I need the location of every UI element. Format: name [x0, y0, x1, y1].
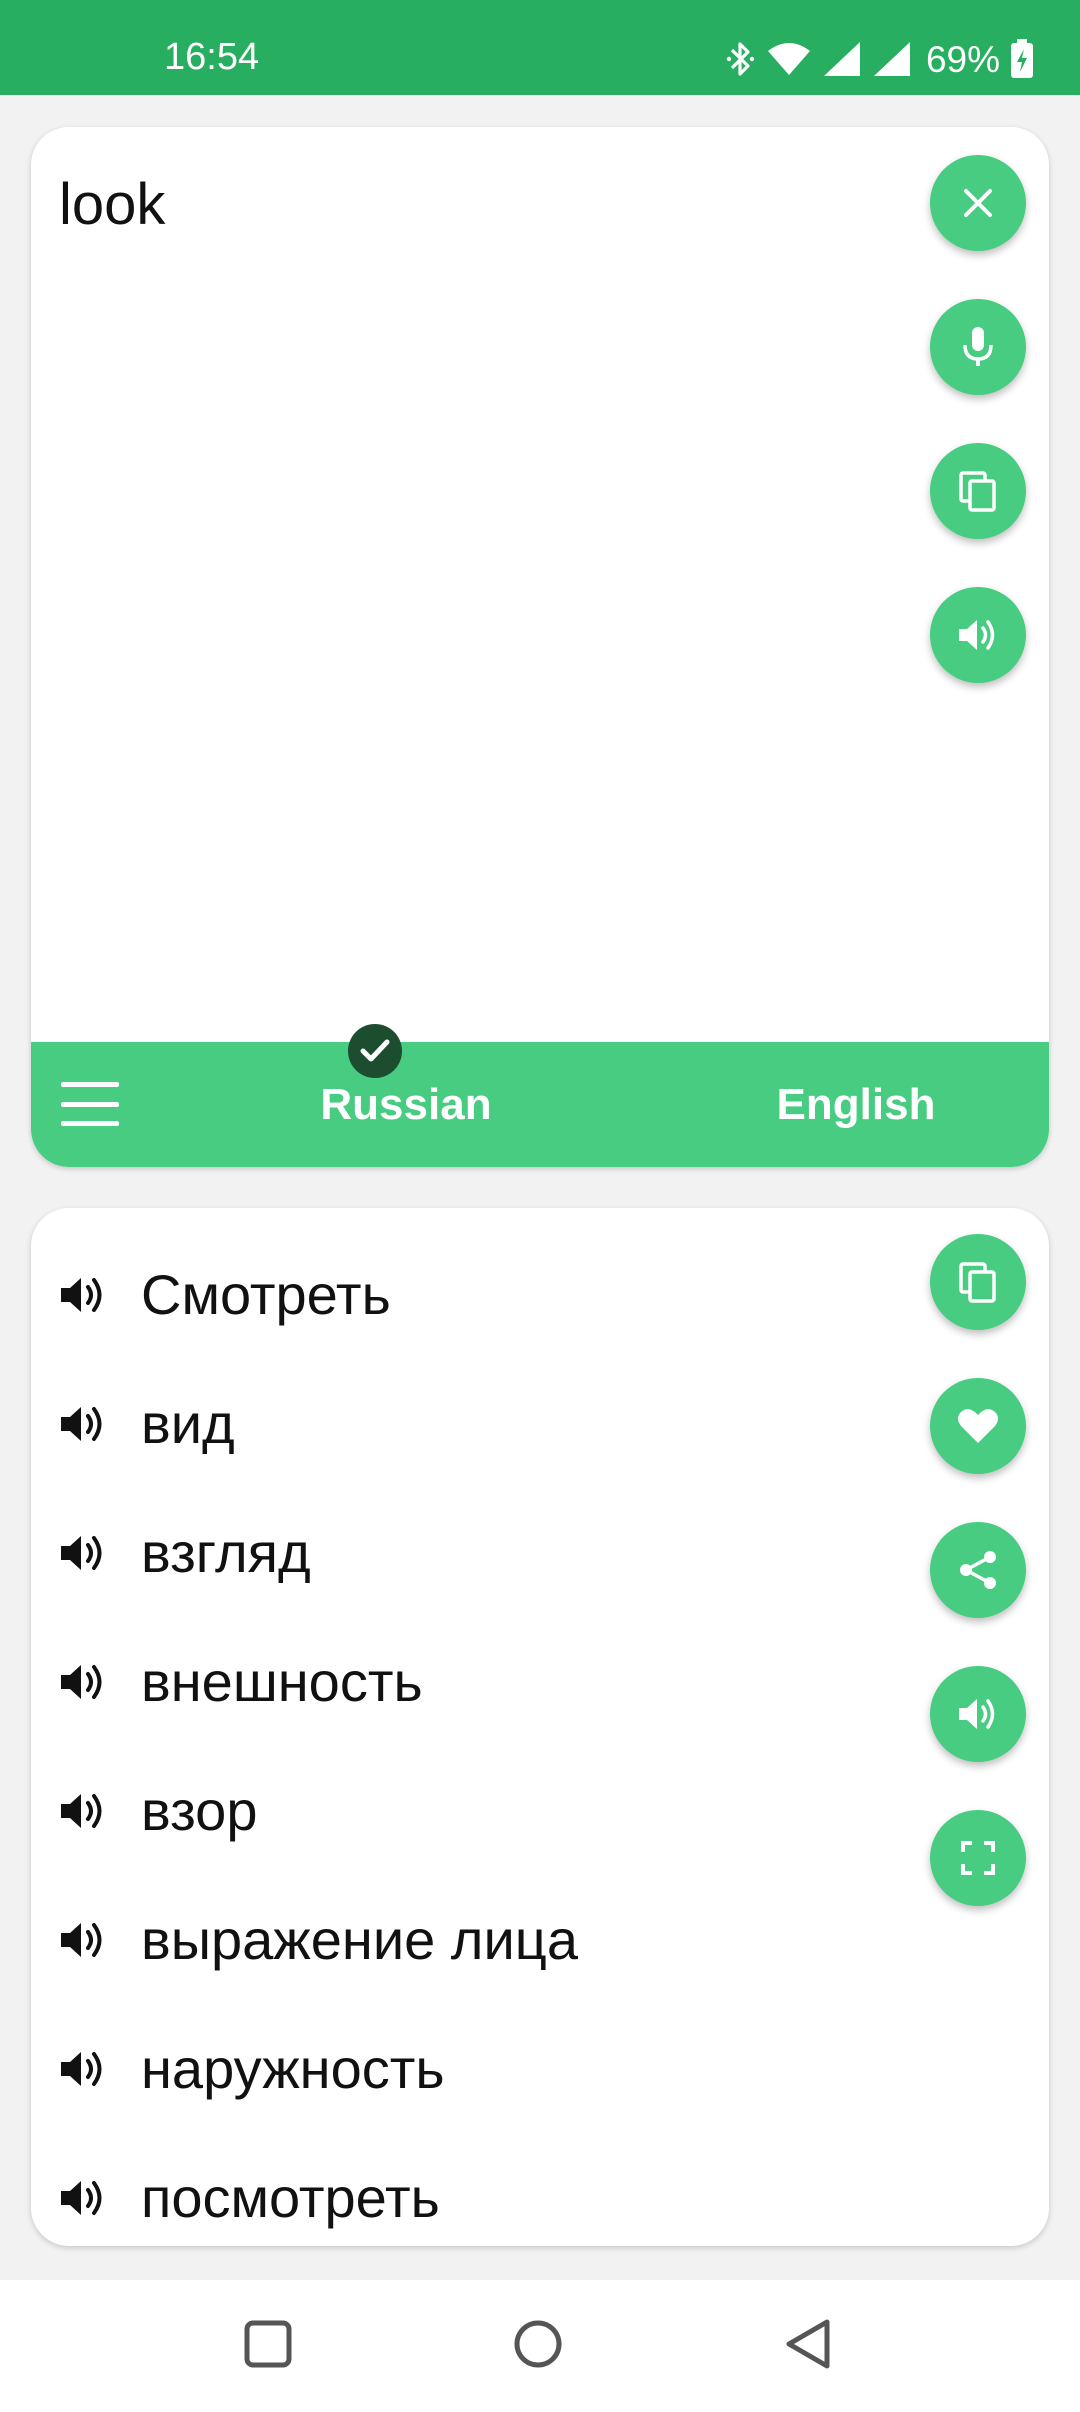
back-triangle-icon: [783, 2318, 833, 2375]
speaker-icon[interactable]: [59, 1785, 111, 1837]
wifi-icon: [766, 41, 812, 77]
list-item: взгляд: [59, 1488, 909, 1617]
battery-charging-icon: [1010, 39, 1034, 79]
home-circle-icon: [512, 2318, 564, 2375]
hamburger-menu-icon: [61, 1082, 119, 1087]
microphone-button[interactable]: [930, 299, 1026, 395]
list-item: внешность: [59, 1617, 909, 1746]
language-bar: Russian English: [31, 1042, 1049, 1167]
translation-word[interactable]: выражение лица: [141, 1907, 578, 1972]
list-item: наружность: [59, 2004, 909, 2133]
source-language-button[interactable]: Russian: [261, 1042, 551, 1167]
translation-word[interactable]: посмотреть: [141, 2165, 440, 2230]
favorite-button[interactable]: [930, 1378, 1026, 1474]
speak-input-button[interactable]: [930, 587, 1026, 683]
source-text-input[interactable]: look: [59, 171, 165, 238]
microphone-icon: [960, 325, 996, 369]
recents-button[interactable]: [236, 2314, 300, 2378]
status-icons: 69%: [726, 36, 1034, 82]
speaker-icon[interactable]: [59, 2172, 111, 2224]
copy-icon: [957, 469, 999, 513]
translation-list: Смотреть вид взгляд внешность взор выраж…: [59, 1230, 909, 2246]
selected-check-icon: [348, 1024, 402, 1078]
translation-word[interactable]: вид: [141, 1391, 235, 1456]
translation-word[interactable]: Смотреть: [141, 1262, 391, 1327]
translation-word[interactable]: внешность: [141, 1649, 423, 1714]
copy-translation-button[interactable]: [930, 1234, 1026, 1330]
speaker-icon: [955, 1694, 1001, 1734]
fullscreen-icon: [959, 1839, 997, 1877]
heart-icon: [956, 1406, 1000, 1446]
share-icon: [956, 1548, 1000, 1592]
speak-translation-button[interactable]: [930, 1666, 1026, 1762]
system-navigation-bar: [0, 2280, 1080, 2412]
battery-percent: 69%: [925, 38, 1000, 80]
list-item: вид: [59, 1359, 909, 1488]
translation-word[interactable]: взор: [141, 1778, 257, 1843]
signal-icon: [822, 40, 862, 78]
translation-word[interactable]: наружность: [141, 2036, 445, 2101]
speaker-icon[interactable]: [59, 1398, 111, 1450]
speaker-icon[interactable]: [59, 1656, 111, 1708]
translation-card: Смотреть вид взгляд внешность взор выраж…: [31, 1208, 1049, 2246]
close-icon: [960, 185, 996, 221]
speaker-icon[interactable]: [59, 2043, 111, 2095]
signal-icon: [872, 40, 912, 78]
copy-input-button[interactable]: [930, 443, 1026, 539]
input-card: look Russian English: [31, 127, 1049, 1167]
copy-icon: [957, 1260, 999, 1304]
list-item: посмотреть: [59, 2133, 909, 2246]
speaker-icon: [955, 615, 1001, 655]
clear-button[interactable]: [930, 155, 1026, 251]
translation-word[interactable]: взгляд: [141, 1520, 311, 1585]
recents-square-icon: [243, 2319, 293, 2374]
list-item: взор: [59, 1746, 909, 1875]
bluetooth-icon: [726, 39, 756, 79]
status-time: 16:54: [164, 36, 260, 78]
list-item: выражение лица: [59, 1875, 909, 2004]
speaker-icon[interactable]: [59, 1527, 111, 1579]
target-language-button[interactable]: English: [701, 1042, 1011, 1167]
speaker-icon[interactable]: [59, 1269, 111, 1321]
menu-button[interactable]: [61, 1082, 119, 1126]
fullscreen-button[interactable]: [930, 1810, 1026, 1906]
speaker-icon[interactable]: [59, 1914, 111, 1966]
back-button[interactable]: [776, 2314, 840, 2378]
list-item: Смотреть: [59, 1230, 909, 1359]
share-button[interactable]: [930, 1522, 1026, 1618]
status-bar: 16:54 69%: [0, 0, 1080, 95]
home-button[interactable]: [506, 2314, 570, 2378]
